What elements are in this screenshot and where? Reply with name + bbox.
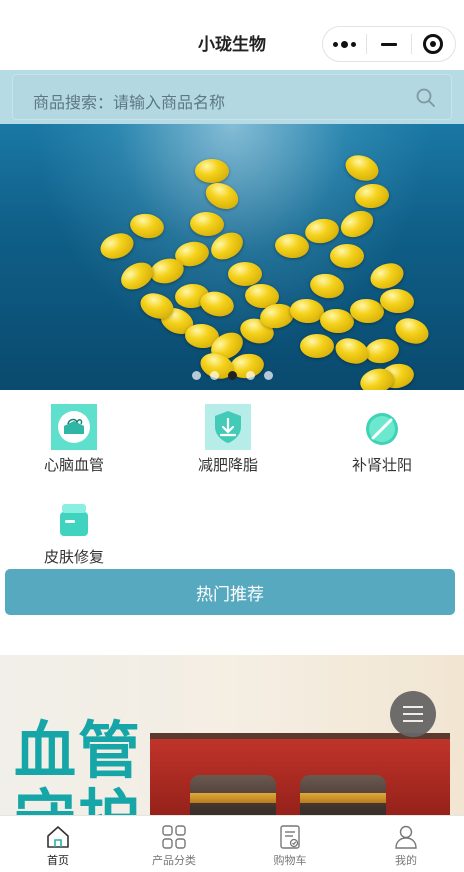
product-jar-image [300,775,386,815]
menu-line [403,713,423,715]
tab-label: 首页 [47,854,69,867]
category-label: 皮肤修复 [43,548,104,566]
minimize-button[interactable] [367,27,410,61]
category-item-kidney[interactable]: 补肾壮阳 [322,404,442,475]
search-placeholder: 商品搜索：请输入商品名称 [33,93,226,112]
shield-down-icon [205,404,251,450]
more-dots-icon [333,40,357,48]
category-item-skin[interactable]: 皮肤修复 [14,496,134,567]
search-bar: 商品搜索：请输入商品名称 [0,70,464,124]
promo-banner[interactable]: 血管守护 [0,655,464,815]
mini-program-capsule [322,26,456,62]
top-navbar: 小珑生物 [0,0,464,70]
category-label: 心脑血管 [43,456,104,474]
tab-label: 产品分类 [152,854,196,867]
pill-icon [359,404,405,450]
capsule-pill [228,262,262,286]
promo-title: 血管守护 [14,714,143,816]
target-circle-icon [423,34,444,54]
indicator-dot[interactable] [191,371,201,380]
hot-recommend-button[interactable]: 热门推荐 [5,569,455,615]
indicator-dot-active[interactable] [227,371,237,380]
cart-icon [280,825,300,849]
category-item-weight-loss[interactable]: 减肥降脂 [168,404,288,475]
heart-brain-icon [51,404,97,450]
product-jar-image [190,775,276,815]
capsule-pill [300,334,334,358]
indicator-dot[interactable] [209,371,219,380]
indicator-dot[interactable] [263,371,273,380]
category-label: 补肾壮阳 [351,456,412,474]
promo-title-line: 守护 [14,785,142,816]
tab-label: 购物车 [273,854,307,867]
user-icon [395,825,417,849]
search-icon[interactable] [415,87,437,113]
indicator-dot[interactable] [245,371,255,380]
more-button[interactable] [323,27,366,61]
minimize-icon [380,42,397,46]
tab-label: 我的 [395,854,417,867]
home-icon [47,826,69,848]
carousel-indicators [0,371,464,380]
capsule-pill [195,159,229,183]
search-input[interactable]: 商品搜索：请输入商品名称 [12,74,452,120]
tab-home[interactable]: 首页 [0,816,116,872]
floating-menu-button[interactable] [390,691,436,737]
tab-cart[interactable]: 购物车 [232,816,348,872]
banner-carousel[interactable] [0,124,464,390]
grid-icon [162,825,186,849]
close-button[interactable] [412,27,455,61]
menu-line [403,720,423,722]
bottom-tabbar: 首页 产品分类 购物车 我的 [0,815,464,872]
capsule-pill [330,244,364,268]
menu-line [403,706,423,708]
tab-categories[interactable]: 产品分类 [116,816,232,872]
category-item-cardio[interactable]: 心脑血管 [14,404,134,475]
promo-title-line: 血管 [14,714,143,787]
tab-profile[interactable]: 我的 [348,816,464,872]
cream-jar-icon [51,496,97,542]
category-label: 减肥降脂 [197,456,258,474]
